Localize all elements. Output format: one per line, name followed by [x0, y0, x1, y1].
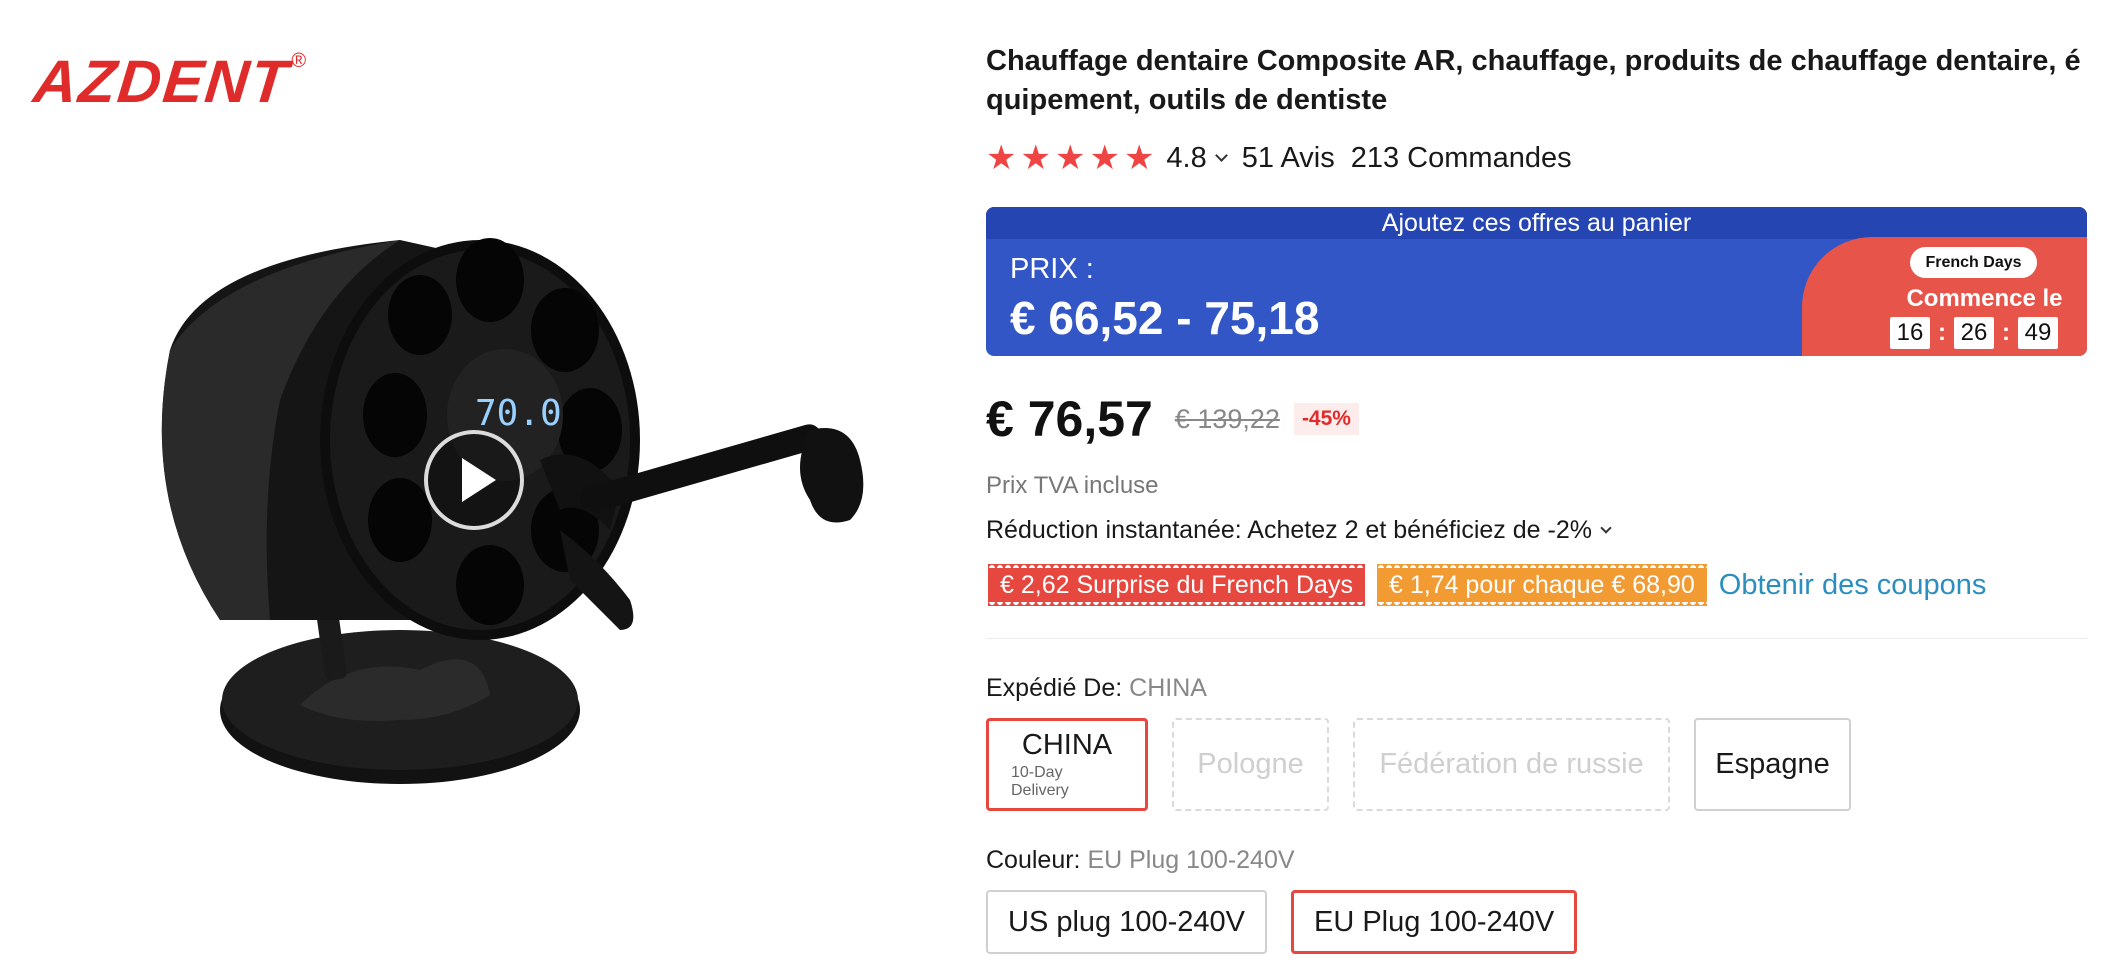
instant-discount-text: Réduction instantanée: Achetez 2 et béné…	[986, 516, 1592, 544]
banner-price-range: € 66,52 - 75,18	[1010, 292, 1320, 344]
chevron-down-icon[interactable]	[1214, 148, 1228, 162]
color-value: EU Plug 100-240V	[1087, 846, 1295, 874]
ship-option-pologne[interactable]: Pologne	[1172, 718, 1329, 811]
get-coupons-link[interactable]: Obtenir des coupons	[1719, 569, 1987, 602]
rating-value[interactable]: 4.8	[1166, 142, 1206, 175]
current-price: € 76,57	[986, 391, 1153, 447]
product-gallery: AZDENT ® 70.0	[0, 0, 930, 970]
coupon-store[interactable]: € 1,74 pour chaque € 68,90	[1376, 564, 1707, 606]
color-options: US plug 100-240V EU Plug 100-240V	[986, 890, 1578, 954]
brand-name: AZDENT	[30, 48, 293, 115]
video-play-button[interactable]	[424, 430, 524, 530]
promo-banner-header: Ajoutez ces offres au panier	[986, 207, 2087, 239]
vat-note: Prix TVA incluse	[986, 472, 1159, 499]
color-label: Couleur: EU Plug 100-240V	[986, 846, 1295, 874]
countdown-hours: 16	[1890, 317, 1930, 349]
star-icon: ★	[1123, 139, 1155, 177]
star-icon: ★	[1054, 139, 1086, 177]
star-icon: ★	[1020, 139, 1051, 177]
ships-from-label: Expédié De: CHINA	[986, 674, 1207, 702]
display-reading: 70.0	[475, 393, 562, 434]
ship-option-espagne[interactable]: Espagne	[1694, 718, 1851, 811]
discount-badge: -45%	[1293, 403, 1359, 435]
instant-discount[interactable]: Réduction instantanée: Achetez 2 et béné…	[986, 516, 1612, 545]
delivery-estimate: 10-Day Delivery	[1011, 764, 1069, 799]
deal-countdown-panel: French Days Commence le 16 : 26 : 49	[1802, 237, 2087, 356]
ships-from-value: CHINA	[1129, 674, 1207, 702]
product-title: Chauffage dentaire Composite AR, chauffa…	[986, 45, 2081, 116]
deal-starts-label: Commence le	[1906, 285, 2063, 312]
color-option-us-plug[interactable]: US plug 100-240V	[986, 890, 1267, 954]
divider	[986, 638, 2087, 639]
play-icon	[462, 458, 496, 502]
rating-row: ★ ★ ★ ★ ★ 4.8 51 Avis 213 Commandes	[986, 140, 1572, 176]
star-icon: ★	[986, 139, 1017, 177]
ship-option-russie[interactable]: Fédération de russie	[1353, 718, 1670, 811]
countdown-seconds: 49	[2018, 317, 2058, 349]
color-option-eu-plug[interactable]: EU Plug 100-240V	[1291, 890, 1578, 954]
rating-stars: ★ ★ ★ ★ ★	[986, 141, 1154, 175]
star-icon: ★	[1089, 139, 1120, 177]
chevron-down-icon[interactable]	[1600, 521, 1612, 534]
price-row: € 76,57 € 139,22 -45%	[986, 390, 1359, 448]
ship-option-china[interactable]: CHINA 10-Day Delivery	[986, 718, 1148, 811]
countdown-minutes: 26	[1954, 317, 1994, 349]
promo-banner: Ajoutez ces offres au panier PRIX : € 66…	[986, 207, 2087, 356]
brand-logo: AZDENT ®	[30, 48, 307, 115]
coupons-row: € 2,62 Surprise du French Days € 1,74 po…	[988, 564, 1986, 606]
reviews-link[interactable]: 51 Avis	[1242, 142, 1335, 175]
product-image[interactable]: 70.0	[20, 200, 900, 860]
original-price: € 139,22	[1174, 403, 1280, 434]
deal-badge: French Days	[1910, 247, 2037, 278]
banner-price-label: PRIX :	[1010, 253, 1094, 285]
coupon-french-days[interactable]: € 2,62 Surprise du French Days	[988, 564, 1365, 606]
ships-from-options: CHINA 10-Day Delivery Pologne Fédération…	[986, 718, 1851, 811]
orders-count: 213 Commandes	[1350, 141, 1572, 174]
brand-registered-mark: ®	[291, 50, 307, 72]
countdown-timer: 16 : 26 : 49	[1890, 317, 2058, 349]
